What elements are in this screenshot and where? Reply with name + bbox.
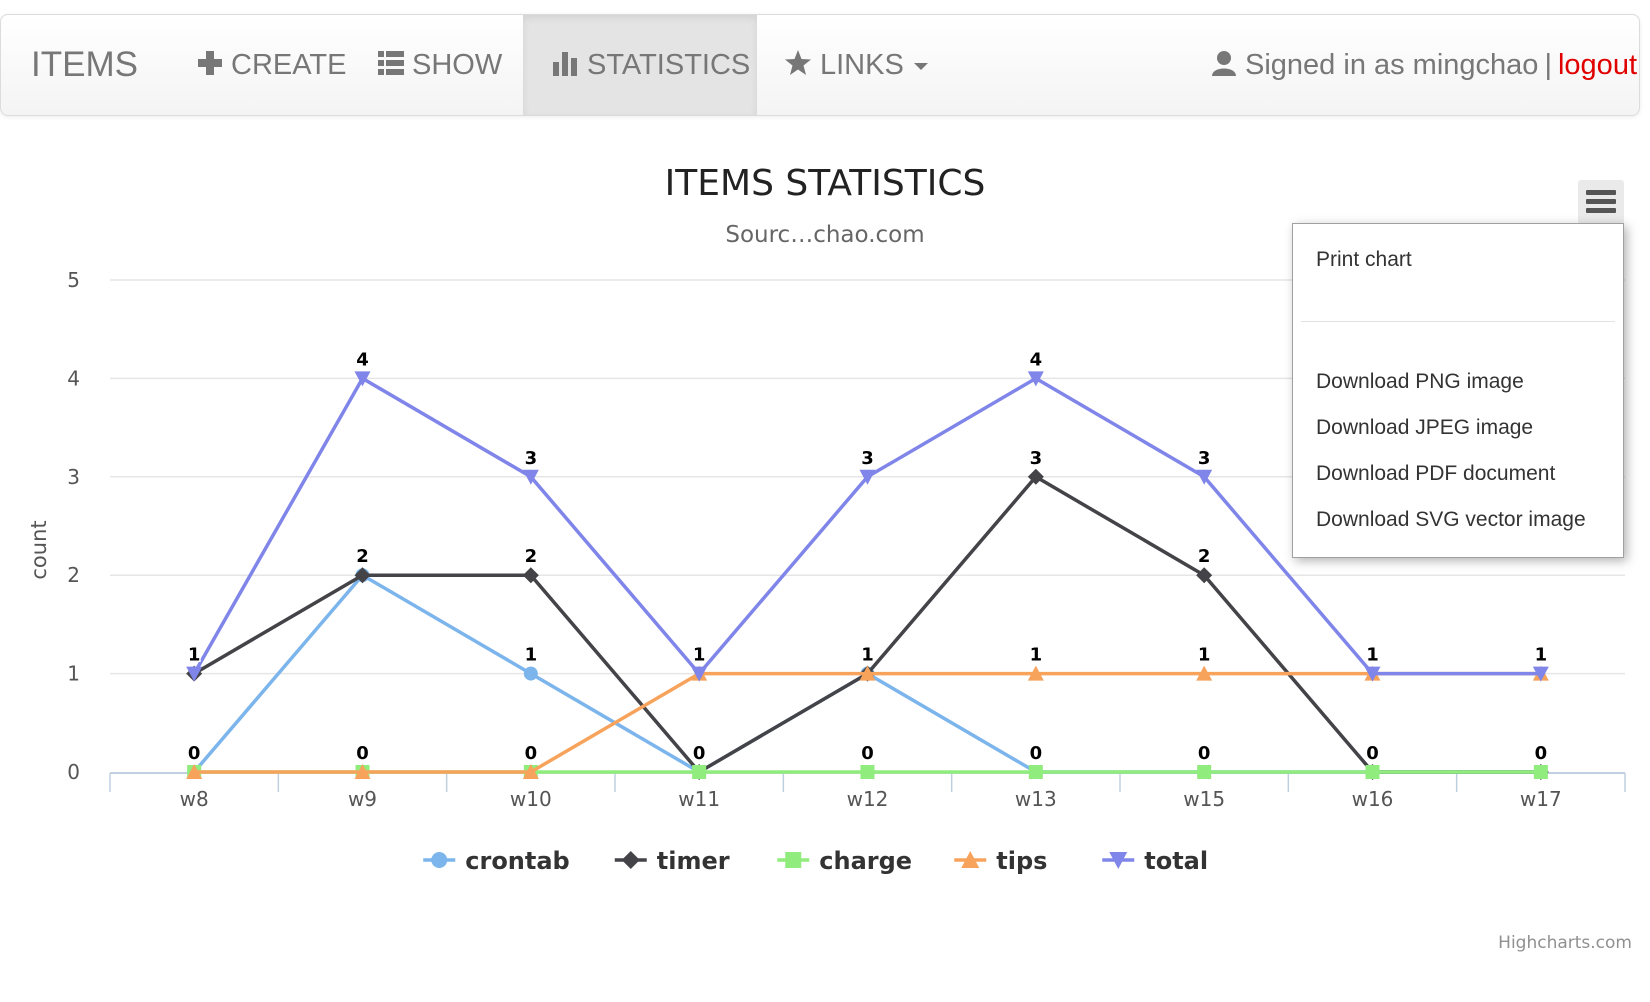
logout-link[interactable]: logout	[1558, 49, 1637, 81]
nav-create[interactable]: CREATE	[169, 15, 349, 115]
point-marker[interactable]	[523, 666, 538, 681]
x-tick-label: w9	[348, 787, 377, 811]
brand-link[interactable]: ITEMS	[31, 15, 138, 115]
data-label: 0	[1366, 743, 1379, 764]
menu-icon	[1586, 190, 1616, 195]
data-label: 1	[1030, 645, 1043, 666]
legend-label: timer	[657, 847, 730, 875]
point-marker[interactable]	[1028, 765, 1043, 779]
point-marker[interactable]	[621, 851, 640, 869]
x-tick-label: w13	[1015, 787, 1057, 811]
data-label: 3	[1198, 448, 1211, 469]
menu-separator	[1301, 321, 1615, 322]
y-tick-label: 3	[67, 465, 80, 489]
data-label: 2	[1198, 546, 1211, 567]
data-label: 0	[188, 743, 201, 764]
legend-label: tips	[996, 847, 1047, 875]
data-label: 1	[861, 645, 874, 666]
nav-create-label: CREATE	[231, 49, 347, 81]
data-label: 1	[188, 645, 201, 666]
top-navbar: ITEMS CREATE SHOW STATISTICS LINKS Signe…	[0, 14, 1640, 116]
point-marker[interactable]	[431, 852, 448, 868]
chevron-down-icon	[913, 62, 928, 70]
legend-item-timer[interactable]: timer	[614, 847, 730, 875]
user-status: Signed in as mingchao | logout	[1211, 15, 1637, 115]
point-marker[interactable]	[785, 852, 802, 868]
data-label: 0	[1198, 743, 1211, 764]
nav-show-label: SHOW	[412, 49, 503, 81]
menu-item-download-jpeg[interactable]: Download JPEG image	[1316, 416, 1533, 440]
menu-icon-bar	[1586, 208, 1616, 213]
x-tick-label: w17	[1520, 787, 1562, 811]
export-menu: Print chart Download PNG image Download …	[1292, 223, 1624, 558]
nav-links-label: LINKS	[820, 49, 904, 81]
x-tick-label: w16	[1352, 787, 1394, 811]
signed-in-text: Signed in as mingchao	[1245, 49, 1539, 81]
x-tick-label: w15	[1183, 787, 1225, 811]
x-tick-label: w8	[180, 787, 209, 811]
legend-label: crontab	[465, 847, 569, 875]
data-label: 0	[693, 743, 706, 764]
data-label: 0	[356, 743, 369, 764]
y-axis-title: count	[27, 520, 51, 579]
data-label: 4	[1030, 349, 1043, 370]
point-marker[interactable]	[692, 765, 707, 779]
point-marker[interactable]	[1365, 765, 1380, 779]
legend-item-tips[interactable]: tips	[954, 847, 1047, 875]
menu-icon-bar	[1586, 199, 1616, 204]
legend-label: charge	[819, 847, 912, 875]
bar-chart-icon	[553, 52, 577, 77]
list-icon	[378, 51, 404, 76]
data-label: 1	[1198, 645, 1211, 666]
nav-statistics-label: STATISTICS	[587, 49, 751, 81]
chart-subtitle: Sourc…chao.com	[725, 222, 924, 248]
menu-item-download-svg[interactable]: Download SVG vector image	[1316, 508, 1586, 532]
data-label: 4	[356, 349, 369, 370]
nav-links-dropdown[interactable]: LINKS	[757, 15, 947, 115]
user-icon	[1212, 51, 1237, 77]
nav-show[interactable]: SHOW	[349, 15, 524, 115]
data-label: 1	[1366, 645, 1379, 666]
data-label: 0	[1535, 743, 1548, 764]
data-label: 1	[693, 645, 706, 666]
chart-legend: crontab timer charge tips total	[423, 847, 1208, 875]
legend-item-crontab[interactable]: crontab	[423, 847, 570, 875]
menu-item-download-pdf[interactable]: Download PDF document	[1316, 462, 1555, 486]
chart-context-menu-button[interactable]	[1578, 180, 1624, 224]
credits-link[interactable]: Highcharts.com	[1498, 933, 1632, 953]
menu-item-download-png[interactable]: Download PNG image	[1316, 370, 1524, 394]
x-tick-label: w11	[678, 787, 720, 811]
nav-statistics[interactable]: STATISTICS	[523, 15, 757, 115]
separator: |	[1544, 49, 1552, 81]
data-label: 0	[525, 743, 538, 764]
point-marker[interactable]	[860, 765, 875, 779]
plus-icon	[198, 51, 222, 76]
data-label: 1	[525, 645, 538, 666]
legend-item-charge[interactable]: charge	[777, 847, 912, 875]
x-tick-label: w12	[847, 787, 889, 811]
data-label: 3	[861, 448, 874, 469]
y-tick-label: 4	[67, 366, 80, 390]
data-label: 0	[1030, 743, 1043, 764]
data-label: 3	[525, 448, 538, 469]
x-tick-label: w10	[510, 787, 552, 811]
legend-item-total[interactable]: total	[1102, 847, 1208, 875]
y-tick-label: 2	[67, 563, 80, 587]
point-marker[interactable]	[1533, 765, 1548, 779]
chart-title: ITEMS STATISTICS	[665, 163, 986, 204]
star-icon	[785, 50, 811, 76]
y-tick-label: 1	[67, 662, 80, 686]
data-label: 2	[356, 546, 369, 567]
y-tick-label: 0	[67, 760, 80, 784]
legend-label: total	[1144, 847, 1208, 875]
data-label: 3	[1030, 448, 1043, 469]
point-marker[interactable]	[1197, 765, 1212, 779]
data-label: 2	[525, 546, 538, 567]
y-tick-label: 5	[67, 268, 80, 292]
data-label: 1	[1535, 645, 1548, 666]
data-label: 0	[861, 743, 874, 764]
menu-item-print-chart[interactable]: Print chart	[1316, 248, 1412, 272]
